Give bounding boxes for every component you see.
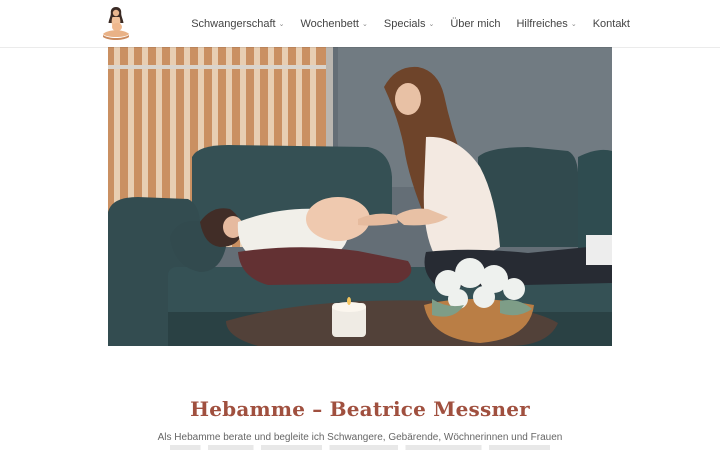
nav-item-label: Hilfreiches: [516, 17, 568, 30]
nav-item-ueber-mich[interactable]: Über mich: [450, 18, 500, 30]
site-header: Schwangerschaft ⌄ Wochenbett ⌄ Specials …: [0, 0, 720, 47]
chevron-down-icon: ⌄: [428, 21, 435, 28]
hero-image: [108, 47, 612, 346]
chevron-down-icon: ⌄: [278, 21, 285, 28]
nav-item-label: Wochenbett: [300, 17, 359, 30]
logo[interactable]: [98, 4, 134, 42]
nav-item-kontakt[interactable]: Kontakt: [593, 18, 630, 30]
nav-item-hilfreiches[interactable]: Hilfreiches ⌄: [516, 18, 576, 30]
nav-item-wochenbett[interactable]: Wochenbett ⌄: [300, 18, 367, 30]
main-nav: Schwangerschaft ⌄ Wochenbett ⌄ Specials …: [191, 0, 630, 47]
nav-item-label: Kontakt: [592, 17, 630, 30]
nav-item-label: Specials: [383, 17, 426, 30]
chevron-down-icon: ⌄: [570, 21, 577, 28]
nav-item-label: Schwangerschaft: [191, 17, 276, 30]
nav-item-label: Über mich: [450, 17, 501, 30]
page-title: Hebamme – Beatrice Messner: [190, 397, 530, 422]
intro-text-continued: [170, 445, 550, 450]
nav-item-specials[interactable]: Specials ⌄: [384, 18, 434, 30]
chevron-down-icon: ⌄: [362, 21, 368, 28]
nav-item-schwangerschaft[interactable]: Schwangerschaft ⌄: [191, 18, 284, 30]
intro-text: Als Hebamme berate und begleite ich Schw…: [157, 432, 563, 443]
